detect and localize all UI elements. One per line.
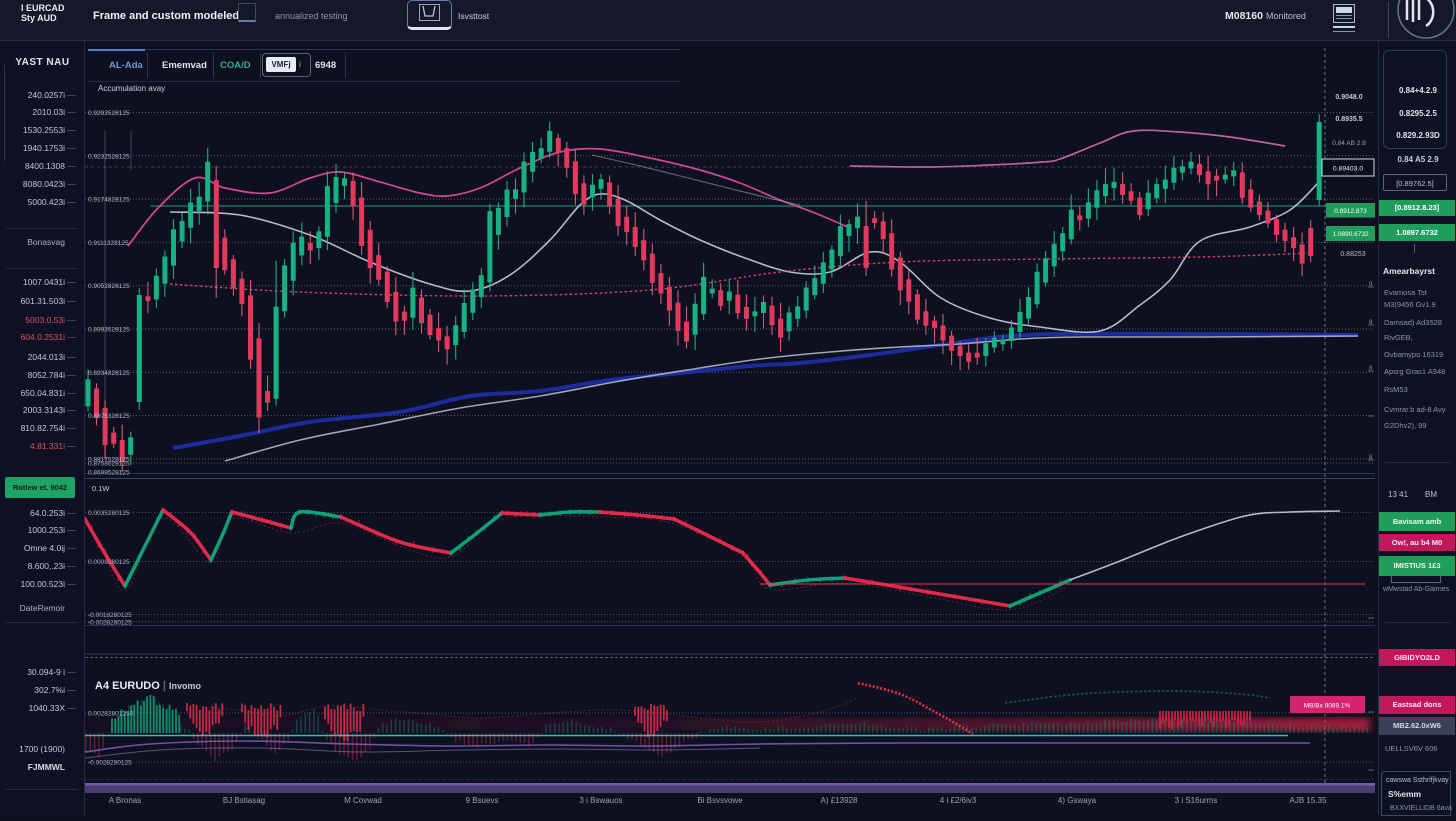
svg-text:Accumulation avay: Accumulation avay xyxy=(98,84,165,93)
svg-text:0.9174828125: 0.9174828125 xyxy=(88,197,130,204)
svg-text:4) Gswaya: 4) Gswaya xyxy=(1058,796,1097,805)
svg-text:Bi Bsvsvowe: Bi Bsvsvowe xyxy=(697,796,743,805)
svg-text:0.8699528125: 0.8699528125 xyxy=(88,470,130,477)
svg-text:0.9111328125: 0.9111328125 xyxy=(88,240,129,247)
svg-text:0.8993528125: 0.8993528125 xyxy=(88,327,130,334)
svg-text:0.0008280125: 0.0008280125 xyxy=(88,559,130,566)
svg-text:0.9052828125: 0.9052828125 xyxy=(88,283,130,290)
svg-text:3 i Bswauos: 3 i Bswauos xyxy=(579,796,622,805)
svg-text:A) £13928: A) £13928 xyxy=(821,796,858,805)
svg-text:MB/Bx 8089.1%: MB/Bx 8089.1% xyxy=(1304,703,1351,710)
svg-text:A4 EURUDO | Invomo: A4 EURUDO | Invomo xyxy=(95,680,201,692)
svg-text:0.9048.0: 0.9048.0 xyxy=(1335,94,1362,101)
svg-text:0.88253: 0.88253 xyxy=(1340,251,1365,258)
svg-text:9 Bsuevs: 9 Bsuevs xyxy=(466,796,499,805)
svg-text:0.1W: 0.1W xyxy=(92,484,110,493)
svg-text:A Bronas: A Bronas xyxy=(109,796,141,805)
svg-text:BJ Bstiasag: BJ Bstiasag xyxy=(223,796,265,805)
svg-text:1.0890.6732: 1.0890.6732 xyxy=(1332,231,1369,238)
svg-text:0.9232528125: 0.9232528125 xyxy=(88,153,130,160)
svg-text:0.8934828125: 0.8934828125 xyxy=(88,370,130,377)
svg-text:0.84 AB 2.9: 0.84 AB 2.9 xyxy=(1332,140,1366,147)
svg-text:AJB 15.35: AJB 15.35 xyxy=(1290,796,1327,805)
svg-text:0.8758028125: 0.8758028125 xyxy=(88,461,130,468)
svg-text:-0.0028280125: -0.0028280125 xyxy=(88,619,132,626)
svg-text:0.00282801250: 0.00282801250 xyxy=(88,711,134,718)
svg-text:0.0035280125: 0.0035280125 xyxy=(88,510,130,517)
svg-text:0.8912.873: 0.8912.873 xyxy=(1334,208,1367,215)
svg-text:0.8935.5: 0.8935.5 xyxy=(1335,116,1362,123)
svg-text:0.89403.0: 0.89403.0 xyxy=(1333,166,1363,173)
svg-text:M Covwad: M Covwad xyxy=(344,796,382,805)
svg-text:0.9293528125: 0.9293528125 xyxy=(88,110,130,117)
svg-text:-0.0028280125: -0.0028280125 xyxy=(88,760,132,767)
svg-text:4 i £2/6iv3: 4 i £2/6iv3 xyxy=(940,796,977,805)
svg-text:-0.0018280125: -0.0018280125 xyxy=(88,612,132,619)
svg-text:0.8876328125: 0.8876328125 xyxy=(88,413,130,420)
svg-text:3 i S16urms: 3 i S16urms xyxy=(1175,796,1218,805)
